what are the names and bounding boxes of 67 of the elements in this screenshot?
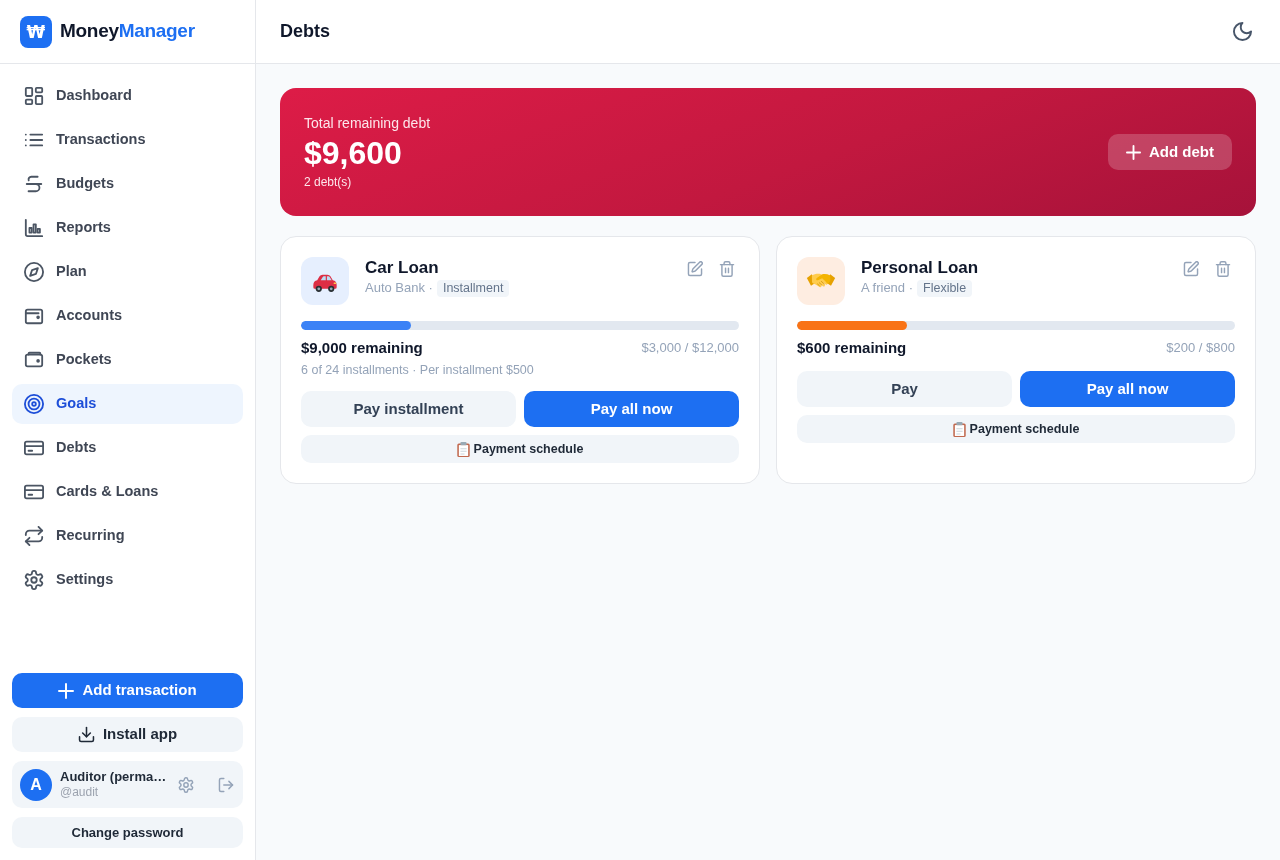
pay-button[interactable]: Pay	[797, 371, 1012, 407]
brand-name: MoneyManager	[60, 19, 195, 44]
compass-icon	[24, 262, 44, 282]
logo-mark: ₩	[20, 15, 52, 48]
plus-icon	[58, 682, 75, 699]
credit-card-icon	[24, 482, 44, 502]
add-transaction-button[interactable]: Add transaction	[12, 673, 243, 708]
lender-name: A friend ·	[861, 279, 914, 297]
user-handle: @audit	[60, 785, 100, 800]
page-title: Debts	[280, 20, 330, 43]
summary-count: 2 debt(s)	[304, 174, 353, 191]
change-password-button[interactable]: Change password	[12, 817, 243, 848]
nav-item[interactable]: Goals	[12, 384, 243, 424]
summary-label: Total remaining debt	[304, 114, 431, 133]
debt-name: Car Loan	[365, 257, 440, 279]
install-app-button[interactable]: Install app	[12, 717, 243, 752]
summary-amount: $9,600	[304, 134, 403, 173]
settings-icon	[24, 570, 44, 590]
pay-all-button[interactable]: Pay all now	[524, 391, 739, 427]
wallet-icon	[24, 350, 44, 370]
plus-icon	[1126, 144, 1141, 160]
nav-item[interactable]: Cards & Loans	[12, 472, 243, 512]
paid-of-total: $200 / $800	[1166, 339, 1235, 357]
installment-details: 6 of 24 installments · Per installment $500	[301, 362, 535, 378]
nav-item[interactable]: Accounts	[12, 296, 243, 336]
payment-schedule-button[interactable]: Payment schedule	[301, 435, 739, 463]
nav-item[interactable]: Dashboard	[12, 76, 243, 116]
clipboard-icon	[952, 421, 966, 437]
type-tag: Flexible	[917, 279, 973, 297]
nav-item[interactable]: Budgets	[12, 164, 243, 204]
remaining-amount: $600 remaining	[797, 338, 907, 358]
strikethrough-icon	[24, 174, 44, 194]
bar-chart-icon	[24, 218, 44, 238]
moon-icon	[1233, 22, 1252, 41]
edit-icon	[687, 261, 703, 277]
pay-button[interactable]: Pay installment	[301, 391, 516, 427]
dashboard-icon	[24, 86, 44, 106]
nav-item[interactable]: Reports	[12, 208, 243, 248]
nav-item[interactable]: Transactions	[12, 120, 243, 160]
nav-item[interactable]: Pockets	[12, 340, 243, 380]
nav-item[interactable]: Recurring	[12, 516, 243, 556]
credit-card-icon	[24, 438, 44, 458]
wallet-icon	[24, 306, 44, 326]
nav-item[interactable]: Plan	[12, 252, 243, 292]
settings-icon	[178, 776, 195, 793]
pay-all-button[interactable]: Pay all now	[1020, 371, 1235, 407]
trash-icon	[719, 261, 735, 277]
payment-schedule-button[interactable]: Payment schedule	[797, 415, 1235, 443]
type-tag: Installment	[436, 279, 510, 297]
avatar: A	[20, 768, 52, 801]
lender-name: Auto Bank ·	[365, 279, 433, 297]
repeat-icon	[24, 526, 44, 546]
add-debt-button[interactable]: Add debt	[1108, 134, 1232, 170]
debt-name: Personal Loan	[861, 257, 980, 279]
download-icon	[77, 726, 95, 743]
nav-item[interactable]: Settings	[12, 560, 243, 600]
nav-item[interactable]: Debts	[12, 428, 243, 468]
clipboard-icon	[456, 441, 470, 457]
handshake-icon	[797, 257, 845, 305]
edit-icon	[1183, 261, 1199, 277]
trash-icon	[1215, 261, 1231, 277]
remaining-amount: $9,000 remaining	[301, 338, 423, 358]
target-icon	[24, 394, 44, 414]
logout-icon	[218, 776, 235, 793]
user-name: Auditor (perma…	[60, 769, 167, 785]
car-icon	[301, 257, 349, 305]
paid-of-total: $3,000 / $12,000	[641, 339, 739, 357]
